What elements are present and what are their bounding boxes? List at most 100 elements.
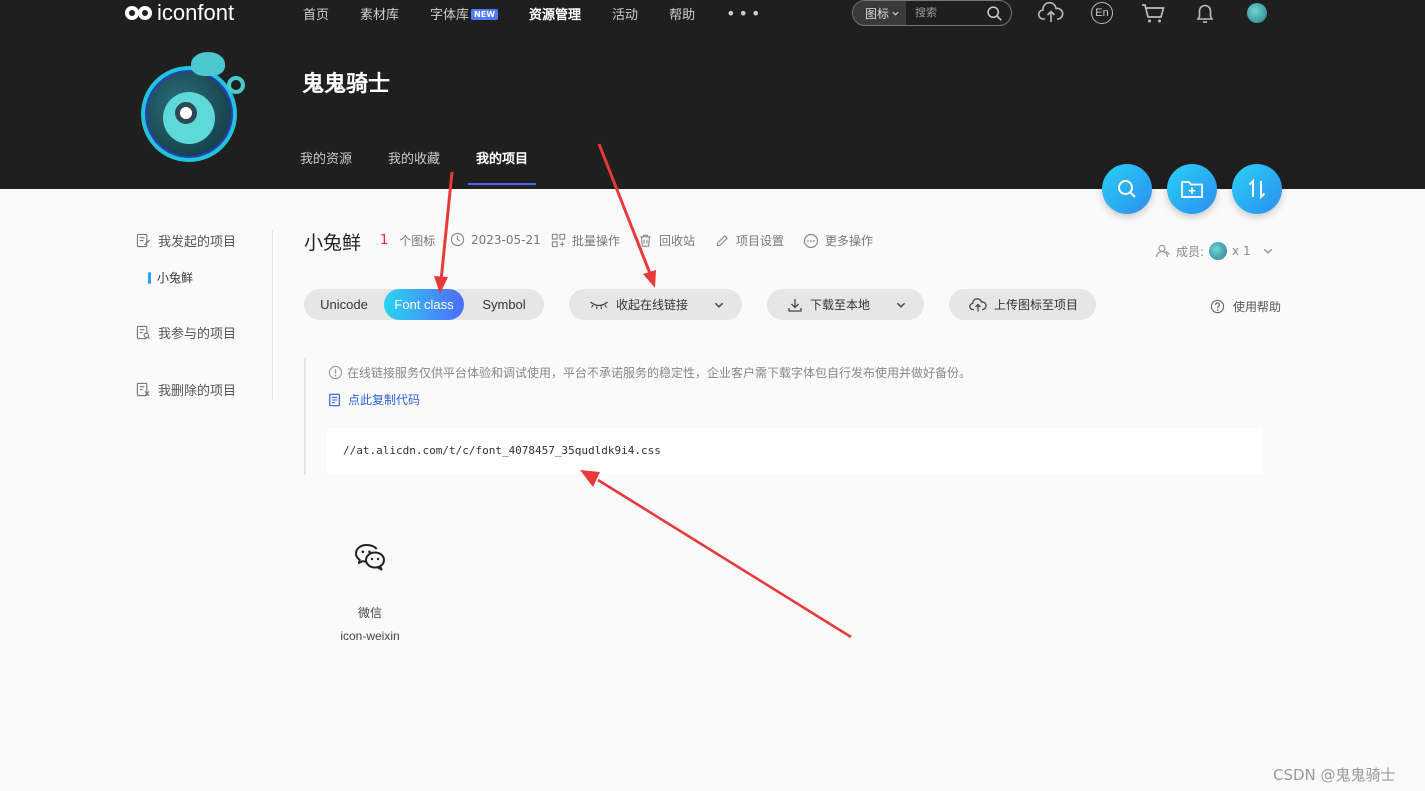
wechat-icon xyxy=(355,544,385,571)
nav-activity[interactable]: 活动 xyxy=(612,4,638,23)
download-local-button[interactable]: 下载至本地 xyxy=(767,289,924,320)
fab-search-button[interactable] xyxy=(1102,164,1152,214)
sidebar-item-joined[interactable]: 我参与的项目 xyxy=(136,323,236,342)
more-actions-button[interactable]: 更多操作 xyxy=(803,232,873,249)
tab-symbol[interactable]: Symbol xyxy=(464,289,544,320)
project-settings-label: 项目设置 xyxy=(736,234,785,248)
tab-font-class[interactable]: Font class xyxy=(384,289,464,320)
iconfont-logo[interactable]: iconfont xyxy=(125,0,234,26)
collapse-online-link-label: 收起在线链接 xyxy=(616,298,689,312)
profile-avatar xyxy=(141,52,245,162)
code-format-tabs: Unicode Font class Symbol xyxy=(304,289,544,320)
project-date-value: 2023-05-21 xyxy=(471,232,541,247)
icon-class-name: icon-weixin xyxy=(340,629,400,643)
css-link-code-box[interactable]: //at.alicdn.com/t/c/font_4078457_35qudld… xyxy=(327,428,1262,474)
search-input[interactable] xyxy=(906,7,977,19)
profile-name: 鬼鬼骑士 xyxy=(302,72,391,97)
tab-my-projects[interactable]: 我的项目 xyxy=(468,148,537,185)
download-icon xyxy=(788,298,802,312)
copy-code-label: 点此复制代码 xyxy=(348,393,421,407)
sidebar-item-label: 我参与的项目 xyxy=(158,327,237,342)
recycle-bin-button[interactable]: 回收站 xyxy=(638,232,695,249)
chevron-down-icon xyxy=(1263,248,1272,254)
icon-card[interactable]: 微信 icon-weixin xyxy=(330,540,410,643)
project-date: 2023-05-21 xyxy=(450,232,541,247)
sidebar-item-label: 我发起的项目 xyxy=(158,235,237,250)
chevron-down-icon xyxy=(896,302,906,308)
members-label: 成员: xyxy=(1176,244,1205,259)
sidebar-divider xyxy=(272,230,273,400)
logo-text: iconfont xyxy=(157,0,235,25)
search-doc-icon xyxy=(136,325,150,340)
lang-icon[interactable]: En xyxy=(1089,1,1115,25)
trash-icon xyxy=(640,234,651,247)
upload-cloud-icon[interactable] xyxy=(1038,1,1064,25)
help-circle-icon xyxy=(1210,299,1225,314)
member-avatar xyxy=(1209,242,1228,260)
project-settings-button[interactable]: 项目设置 xyxy=(715,232,784,249)
members-icon xyxy=(1155,244,1170,258)
tab-unicode[interactable]: Unicode xyxy=(304,289,384,320)
search-icon[interactable] xyxy=(986,5,1003,22)
notice-text: 在线链接服务仅供平台体验和调试使用，平台不承诺服务的稳定性，企业客户需下载字体包… xyxy=(328,364,971,381)
delete-doc-icon xyxy=(136,382,150,397)
new-badge: NEW xyxy=(471,8,499,20)
arrow-to-css-link xyxy=(580,470,852,639)
info-icon xyxy=(328,365,343,380)
sidebar-project-item[interactable]: 小兔鲜 xyxy=(148,269,193,286)
batch-action-label: 批量操作 xyxy=(572,234,621,248)
recycle-bin-label: 回收站 xyxy=(659,234,696,248)
usage-help-label: 使用帮助 xyxy=(1233,300,1282,314)
active-indicator xyxy=(148,271,151,284)
icon-count-label: 个图标 xyxy=(399,234,436,248)
nav-help[interactable]: 帮助 xyxy=(669,4,695,23)
nav-home[interactable]: 首页 xyxy=(303,4,329,23)
nav-fonts[interactable]: 字体库 NEW xyxy=(430,4,499,23)
search-category-label: 图标 xyxy=(865,6,890,21)
usage-help-link[interactable]: 使用帮助 xyxy=(1210,298,1281,315)
search-category-select[interactable]: 图标 xyxy=(853,1,907,25)
pencil-icon xyxy=(716,235,728,247)
user-avatar-image xyxy=(1247,3,1267,23)
edit-doc-icon xyxy=(136,233,151,248)
sort-icon xyxy=(1248,178,1266,200)
sidebar-item-label: 我删除的项目 xyxy=(158,384,237,399)
download-local-label: 下载至本地 xyxy=(810,298,871,312)
tab-my-favorites[interactable]: 我的收藏 xyxy=(388,148,440,185)
nav-more[interactable]: ••• xyxy=(726,4,763,23)
watermark: CSDN @鬼鬼骑士 xyxy=(1273,766,1396,784)
fab-new-folder-button[interactable] xyxy=(1167,164,1217,214)
copy-code-link[interactable]: 点此复制代码 xyxy=(328,391,420,408)
main-nav: 首页 素材库 字体库 NEW 资源管理 活动 帮助 ••• xyxy=(303,0,794,26)
more-circle-icon xyxy=(803,233,819,248)
bell-icon[interactable] xyxy=(1192,1,1218,25)
nav-material[interactable]: 素材库 xyxy=(360,4,399,23)
collapse-online-link-button[interactable]: 收起在线链接 xyxy=(569,289,742,320)
fab-sort-button[interactable] xyxy=(1232,164,1282,214)
batch-action-button[interactable]: 批量操作 xyxy=(551,232,620,249)
sidebar-item-created[interactable]: 我发起的项目 xyxy=(136,231,236,250)
members-dropdown[interactable]: 成员: x 1 xyxy=(1155,242,1274,260)
upload-icon-button[interactable]: 上传图标至项目 xyxy=(949,289,1096,320)
icon-count-value: 1 xyxy=(380,233,389,248)
nav-fonts-label: 字体库 xyxy=(430,7,470,23)
eye-closed-icon xyxy=(590,300,608,309)
notice-message: 在线链接服务仅供平台体验和调试使用，平台不承诺服务的稳定性，企业客户需下载字体包… xyxy=(347,366,972,380)
top-header: iconfont 首页 素材库 字体库 NEW 资源管理 活动 帮助 ••• 图标… xyxy=(0,0,1425,189)
tab-my-resources[interactable]: 我的资源 xyxy=(300,148,352,185)
css-link-url: //at.alicdn.com/t/c/font_4078457_35qudld… xyxy=(343,444,661,457)
copy-doc-icon xyxy=(329,393,340,406)
grid-icon xyxy=(551,233,566,248)
more-actions-label: 更多操作 xyxy=(825,234,874,248)
icon-count: 1 个图标 xyxy=(380,232,435,249)
cloud-upload-icon xyxy=(969,297,987,311)
nav-resource-manage[interactable]: 资源管理 xyxy=(529,4,581,23)
sidebar-item-deleted[interactable]: 我删除的项目 xyxy=(136,380,236,399)
search-icon xyxy=(1118,180,1136,198)
chevron-down-icon xyxy=(892,11,899,16)
user-avatar[interactable] xyxy=(1244,1,1270,25)
cart-icon[interactable] xyxy=(1140,1,1166,25)
sidebar-project-label: 小兔鲜 xyxy=(157,271,194,285)
search-box: 图标 xyxy=(852,0,1012,26)
members-count: x 1 xyxy=(1232,244,1251,258)
